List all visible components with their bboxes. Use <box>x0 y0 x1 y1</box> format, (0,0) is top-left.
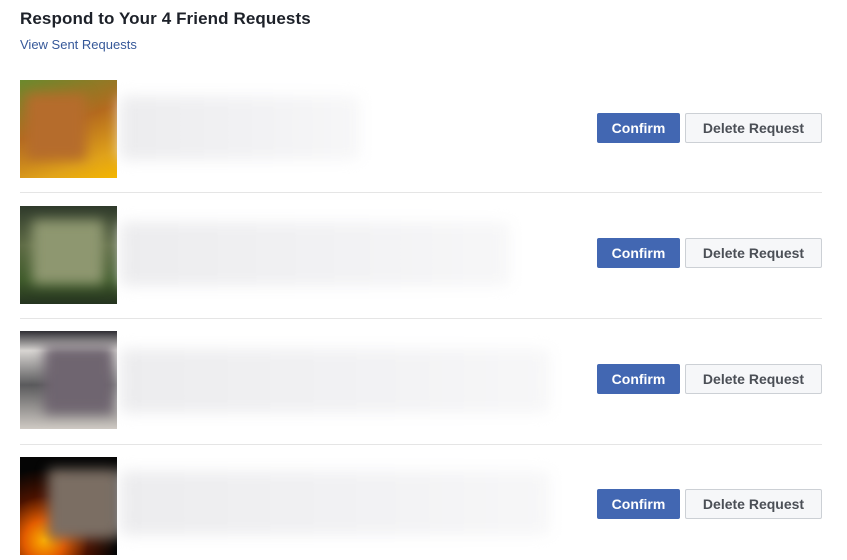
avatar[interactable] <box>20 80 117 178</box>
avatar[interactable] <box>20 331 117 429</box>
blurred-name[interactable] <box>120 471 550 535</box>
divider <box>20 444 822 445</box>
confirm-button[interactable]: Confirm <box>597 364 680 394</box>
confirm-button[interactable]: Confirm <box>597 113 680 143</box>
view-sent-requests-link[interactable]: View Sent Requests <box>20 37 137 52</box>
confirm-button[interactable]: Confirm <box>597 489 680 519</box>
delete-request-button[interactable]: Delete Request <box>685 238 822 268</box>
avatar[interactable] <box>20 206 117 304</box>
friend-request-row: Confirm Delete Request <box>20 80 822 178</box>
divider <box>20 192 822 193</box>
blurred-name[interactable] <box>120 349 550 413</box>
friend-request-row: Confirm Delete Request <box>20 457 822 555</box>
friend-requests-panel: Respond to Your 4 Friend Requests View S… <box>0 0 847 560</box>
divider <box>20 318 822 319</box>
blurred-name[interactable] <box>120 96 360 160</box>
page-title: Respond to Your 4 Friend Requests <box>20 9 311 28</box>
blurred-face <box>26 94 86 160</box>
confirm-button[interactable]: Confirm <box>597 238 680 268</box>
blurred-face <box>32 220 104 284</box>
friend-request-row: Confirm Delete Request <box>20 206 822 304</box>
delete-request-button[interactable]: Delete Request <box>685 364 822 394</box>
delete-request-button[interactable]: Delete Request <box>685 489 822 519</box>
blurred-face <box>48 469 117 539</box>
delete-request-button[interactable]: Delete Request <box>685 113 822 143</box>
friend-request-row: Confirm Delete Request <box>20 331 822 429</box>
avatar[interactable] <box>20 457 117 555</box>
blurred-name[interactable] <box>120 222 510 286</box>
blurred-face <box>44 346 114 414</box>
